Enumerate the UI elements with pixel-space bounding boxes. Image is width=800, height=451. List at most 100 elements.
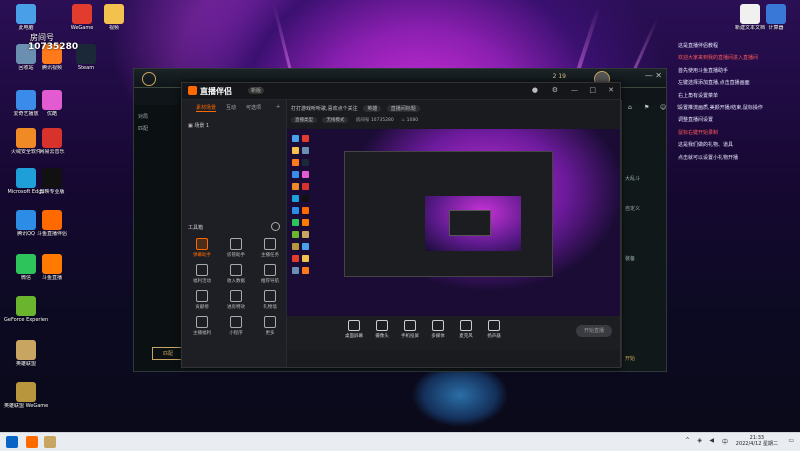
preview-mini-icon: [301, 230, 309, 238]
game-taskbar-icon[interactable]: [44, 436, 56, 448]
app-icon: [104, 4, 124, 24]
desktop-icon[interactable]: 斗鱼直播伴侣: [30, 210, 74, 237]
source-control[interactable]: 桌面屏幕: [339, 320, 369, 339]
desktop-icon-label: 网易云音乐: [39, 149, 65, 155]
tab-interaction[interactable]: 互动: [226, 104, 236, 111]
tool-item[interactable]: 主播福利: [186, 316, 218, 336]
version-badge[interactable]: 新版: [248, 87, 265, 94]
tab-options[interactable]: 可选项: [246, 104, 261, 111]
tool-item[interactable]: 贡献榜: [186, 290, 218, 310]
tool-item[interactable]: 收入数据: [220, 264, 252, 284]
minimize-button[interactable]: —: [571, 86, 578, 94]
ime-indicator[interactable]: 中: [722, 437, 728, 446]
room-title-pill[interactable]: 直播间标题: [386, 105, 420, 112]
note-line: 首先使用斗鱼直播助手: [678, 67, 729, 74]
tools-settings-icon[interactable]: [271, 222, 280, 231]
preview-mini-icon: [291, 254, 299, 262]
game-left-label: 对局: [138, 114, 149, 120]
start-icon[interactable]: [6, 436, 18, 448]
desktop-icon[interactable]: 英雄联盟: [4, 340, 48, 367]
tool-label: 小程序: [229, 331, 243, 336]
tab-scenes[interactable]: 素材场景: [196, 104, 217, 112]
desktop-icon-label: 计算器: [768, 25, 784, 31]
tool-icon: [264, 238, 276, 250]
tool-icon: [264, 290, 276, 302]
streamer-app-window[interactable]: 直播伴侣 新版 ● ⚙ — □ ✕ 素材场景 互动 可选项 + ▣ 场景 1 工…: [181, 82, 681, 368]
maximize-button[interactable]: □: [589, 86, 596, 94]
taskbar-clock[interactable]: 21:33 2022/4/12 星期二: [736, 435, 778, 447]
game-window-controls[interactable]: — ✕: [645, 71, 662, 80]
tool-label: 房管助手: [227, 253, 245, 258]
preview-mini-icon: [291, 170, 299, 178]
network-icon[interactable]: ◈: [697, 437, 702, 444]
user-avatar[interactable]: ●: [532, 86, 538, 94]
desktop-icon[interactable]: 剪映专业版: [30, 168, 74, 195]
notification-icon[interactable]: ▭: [788, 437, 794, 444]
tool-icon: [196, 316, 208, 328]
live-preview[interactable]: [287, 129, 620, 316]
taskbar: ^ ◈ ◀ 中 21:33 2022/4/12 星期二 ▭: [0, 432, 800, 451]
tool-item[interactable]: 推荐导航: [254, 264, 286, 284]
tool-item[interactable]: 房管助手: [220, 238, 252, 258]
member-icon[interactable]: ☺: [660, 104, 666, 111]
tool-icon: [196, 290, 208, 302]
desktop-icon[interactable]: GeForce Experience: [4, 296, 48, 323]
preview-mini-icon: [291, 242, 299, 250]
tool-item[interactable]: 进房特效: [220, 290, 252, 310]
volume-icon[interactable]: ◀: [709, 437, 714, 444]
stream-title[interactable]: 打打游戏听听歌,喜欢点个关注: [291, 106, 358, 112]
scene-item[interactable]: ▣ 场景 1: [188, 122, 209, 129]
gift-icon[interactable]: ⚑: [644, 104, 649, 111]
game-bottom-button[interactable]: 匹配: [152, 347, 185, 360]
tool-label: 主播任务: [261, 253, 279, 258]
preview-mini-icon: [291, 194, 299, 202]
control-icon: [432, 320, 444, 331]
tool-item[interactable]: 礼物墙: [254, 290, 286, 310]
clock-date: 2022/4/12 星期二: [735, 441, 778, 447]
source-control[interactable]: 手机投屏: [395, 320, 425, 339]
settings-icon[interactable]: ⚙: [552, 86, 558, 94]
tray-arrow-icon[interactable]: ^: [685, 437, 690, 444]
game-right-text: 装备: [625, 256, 636, 262]
desktop-icon[interactable]: 斗鱼直播: [30, 254, 74, 281]
desktop-icon[interactable]: 此电脑: [4, 4, 48, 31]
notes-panel: 这是直播伴侣教程 欢迎大家来到我的直播间进入直播间 首先使用斗鱼直播助手 左键选择添加…: [678, 40, 798, 164]
source-control[interactable]: 扬声器: [479, 320, 509, 339]
streamer-app-taskbar-icon[interactable]: [26, 436, 38, 448]
source-control[interactable]: 多媒体: [423, 320, 453, 339]
note-line: 欢迎大家来到我的直播间进入直播间: [678, 55, 759, 62]
source-control[interactable]: 摄像头: [367, 320, 397, 339]
start-stream-button[interactable]: 开始直播: [576, 325, 612, 337]
preview-mini-icon: [301, 266, 309, 274]
desktop-icon[interactable]: 优酷: [30, 90, 74, 117]
note-line: 调整直播间设置: [678, 117, 714, 124]
source-control[interactable]: 麦克风: [451, 320, 481, 339]
desktop-icon-calculator[interactable]: 计算器: [754, 4, 798, 31]
tool-item[interactable]: 福利活动: [186, 264, 218, 284]
game-right-bottom[interactable]: 开始: [625, 355, 635, 362]
tool-item[interactable]: 弹幕助手: [186, 238, 218, 258]
tool-icon: [230, 290, 242, 302]
add-icon[interactable]: +: [276, 104, 280, 110]
close-button[interactable]: ✕: [608, 86, 614, 94]
control-label: 扬声器: [487, 334, 501, 339]
note-line: 左键选择添加直播,点击直播画面: [678, 80, 750, 87]
desktop-icon[interactable]: 英雄联盟 WeGame版: [4, 382, 48, 409]
tool-item[interactable]: 主播任务: [254, 238, 286, 258]
tool-item[interactable]: 小程序: [220, 316, 252, 336]
game-right-pane: 大乱斗 自定义 装备 开始: [621, 105, 666, 371]
tool-item[interactable]: 更多: [254, 316, 286, 336]
preview-mini-icon: [291, 230, 299, 238]
app-icon: [76, 44, 96, 64]
chat-icon[interactable]: ⌂: [628, 104, 632, 111]
room-number: 10735280: [28, 42, 79, 52]
mode-pill[interactable]: 直播类型: [291, 117, 317, 123]
category-pill[interactable]: 英雄: [363, 105, 382, 112]
control-icon: [488, 320, 500, 331]
desktop-icon[interactable]: 网易云音乐: [30, 128, 74, 155]
type-pill[interactable]: 无线模式: [322, 117, 349, 123]
desktop-icon[interactable]: 视频: [92, 4, 136, 31]
share-icon[interactable]: ⇪: [676, 104, 681, 111]
control-label: 麦克风: [459, 334, 473, 339]
tool-label: 更多: [265, 331, 275, 336]
